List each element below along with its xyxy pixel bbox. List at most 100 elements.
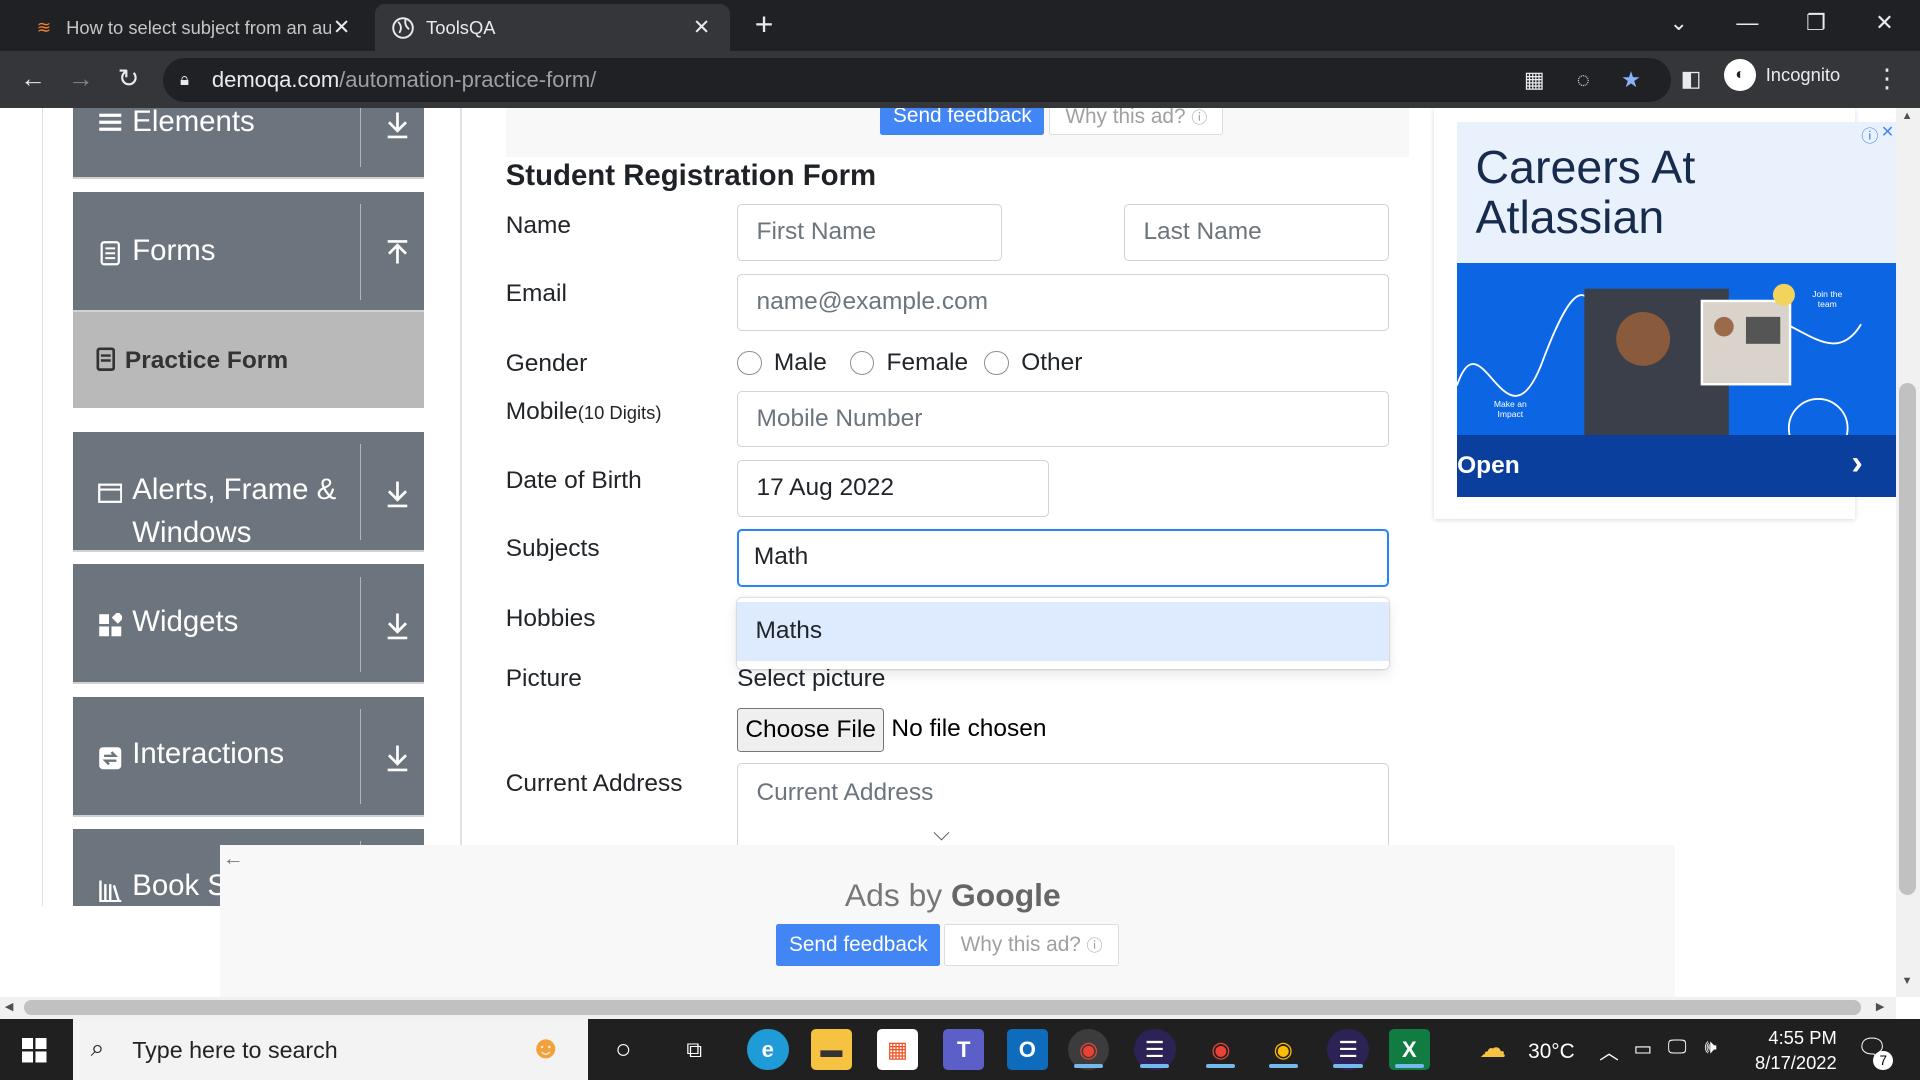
weather-cloud-icon[interactable]: ☁: [1479, 1033, 1506, 1064]
subject-option-maths[interactable]: Maths: [737, 602, 1389, 662]
chrome-icon-2[interactable]: ◉: [1200, 1029, 1242, 1071]
last-name-input[interactable]: Last Name: [1124, 204, 1389, 261]
back-arrow-icon[interactable]: ←: [15, 61, 52, 98]
sidebar-group-widgets[interactable]: Widgets: [73, 564, 424, 685]
radio-circle[interactable]: [737, 350, 762, 376]
upload-arrow-icon[interactable]: [384, 239, 411, 268]
minimize-icon[interactable]: —: [1723, 5, 1772, 42]
taskbar-clock[interactable]: 4:55 PM 8/17/2022: [1739, 1026, 1837, 1075]
tab-search-chevron-icon[interactable]: ⌄: [1654, 5, 1703, 42]
app-indicator: [1268, 1064, 1298, 1068]
vertical-scrollbar[interactable]: ▲ ▼: [1895, 107, 1920, 997]
subjects-input[interactable]: Math: [737, 528, 1389, 587]
microsoft-store-icon[interactable]: ▦: [876, 1028, 919, 1071]
send-feedback-button[interactable]: Send feedback: [880, 107, 1045, 135]
download-arrow-icon[interactable]: [384, 110, 411, 139]
gender-radio-female[interactable]: Female: [849, 349, 968, 377]
search-icon: ⌕: [90, 1034, 105, 1062]
file-explorer-icon[interactable]: ▬: [810, 1028, 853, 1071]
mobile-label: Mobile(10 Digits): [506, 398, 662, 426]
cortana-icon[interactable]: ○: [602, 1029, 644, 1071]
date-of-birth-input[interactable]: 17 Aug 2022: [737, 460, 1050, 517]
sidebar-group-forms[interactable]: Forms: [73, 192, 424, 313]
windows-start-icon[interactable]: [22, 1038, 47, 1063]
scroll-down-icon[interactable]: ▼: [1902, 975, 1913, 987]
chevron-right-icon: ›: [1851, 443, 1863, 482]
restore-icon[interactable]: ❐: [1791, 5, 1840, 42]
download-arrow-icon[interactable]: [384, 611, 411, 640]
incognito-profile-button[interactable]: ◐ Incognito: [1724, 58, 1840, 92]
download-arrow-icon[interactable]: [384, 479, 411, 508]
download-arrow-icon[interactable]: [384, 743, 411, 772]
star-bookmark-icon[interactable]: ★: [1616, 65, 1645, 94]
mobile-input[interactable]: Mobile Number: [737, 390, 1389, 447]
ad-headline-area: Careers At Atlassian: [1457, 122, 1896, 264]
eye-off-icon[interactable]: ◌: [1569, 65, 1598, 94]
why-this-ad-button[interactable]: Why this ad? ⓘ: [1049, 107, 1224, 135]
first-name-input[interactable]: First Name: [737, 204, 1002, 261]
forward-arrow-icon[interactable]: →: [62, 61, 99, 98]
radio-circle[interactable]: [849, 350, 875, 376]
gender-radio-other[interactable]: Other: [984, 349, 1082, 377]
battery-icon[interactable]: ▭: [1633, 1037, 1652, 1061]
side-panel-icon[interactable]: ◧: [1673, 61, 1710, 98]
temperature[interactable]: 30°C: [1528, 1040, 1574, 1064]
scroll-right-icon[interactable]: ▶: [1876, 1000, 1884, 1013]
qr-code-icon[interactable]: ▦: [1520, 65, 1549, 94]
volume-icon[interactable]: 🕪︎: [1705, 1036, 1717, 1059]
eclipse-icon-2[interactable]: ☰: [1327, 1028, 1369, 1071]
sidebar-item-practice-form[interactable]: Practice Form: [73, 312, 424, 408]
ad-open-button[interactable]: Open ›: [1457, 434, 1896, 498]
chrome-icon[interactable]: ◉: [1067, 1028, 1110, 1071]
tab-how-to-select-subject[interactable]: ≋ How to select subject from an au ✕: [20, 4, 370, 52]
picture-label: Picture: [505, 664, 582, 692]
sidebar-group-interactions[interactable]: Interactions: [73, 696, 424, 817]
address-bar[interactable]: 🔒︎ demoqa.com/automation-practice-form/ …: [162, 57, 1672, 102]
reload-icon[interactable]: ↻: [110, 61, 147, 98]
dropdown-chevron-icon: ⌵: [933, 820, 950, 846]
choose-file-button[interactable]: Choose File: [737, 707, 885, 752]
form-title: Student Registration Form: [505, 159, 877, 193]
outlook-icon[interactable]: O: [1006, 1028, 1049, 1071]
chrome-icon-3[interactable]: ◉: [1262, 1029, 1304, 1071]
network-icon[interactable]: 🖵︎: [1668, 1036, 1687, 1059]
close-tab-icon[interactable]: ✕: [691, 15, 713, 40]
email-input[interactable]: name@example.com: [737, 274, 1389, 331]
horizontal-scrollbar[interactable]: ◀ ▶: [0, 996, 1896, 1019]
scroll-up-icon[interactable]: ▲: [1902, 110, 1913, 122]
google-logo-text: Google: [951, 876, 1061, 913]
send-feedback-button[interactable]: Send feedback: [776, 924, 941, 967]
ad-close-icon[interactable]: ✕: [1881, 122, 1894, 142]
task-view-icon[interactable]: ⧉: [673, 1029, 715, 1071]
tray-chevron-up-icon[interactable]: ︿: [1599, 1036, 1619, 1065]
left-divider: [41, 107, 43, 907]
collapse-arrow-icon[interactable]: ←: [223, 847, 244, 871]
document-icon: [100, 241, 120, 266]
tab-toolsqa[interactable]: ToolsQA ✕: [374, 3, 730, 52]
atlassian-ad[interactable]: Careers At Atlassian Join the team Make a…: [1457, 122, 1896, 498]
horizontal-scroll-thumb[interactable]: [24, 1000, 1862, 1016]
vertical-scroll-thumb[interactable]: [1899, 383, 1917, 896]
ad-image-text-impact: Make an Impact: [1493, 399, 1527, 420]
edge-icon[interactable]: e: [746, 1028, 789, 1071]
close-window-icon[interactable]: ✕: [1860, 5, 1909, 42]
close-tab-icon[interactable]: ✕: [331, 15, 353, 40]
new-tab-plus-icon[interactable]: +: [747, 7, 781, 41]
scroll-left-icon[interactable]: ◀: [5, 1000, 13, 1013]
sidebar-group-alerts-frame-windows[interactable]: Alerts, Frame & Windows: [73, 432, 424, 553]
gender-label: Gender: [505, 350, 588, 378]
sidebar-group-elements[interactable]: Elements: [73, 107, 424, 179]
ad-image-text-impact-1: Make an: [1493, 399, 1527, 410]
gender-radio-male[interactable]: Male: [737, 349, 827, 377]
why-this-ad-button[interactable]: Why this ad? ⓘ: [944, 924, 1120, 967]
current-address-label: Current Address: [505, 770, 683, 798]
eclipse-icon[interactable]: ☰: [1133, 1028, 1176, 1071]
taskbar-search-box[interactable]: ⌕ Type here to search ☻: [73, 1018, 588, 1080]
teams-icon[interactable]: T: [942, 1028, 985, 1071]
current-address-placeholder: Current Address: [756, 778, 934, 806]
excel-icon[interactable]: X: [1388, 1028, 1431, 1071]
ad-headline-line-2: Atlassian: [1475, 191, 1665, 244]
radio-circle[interactable]: [984, 350, 1009, 376]
kebab-menu-icon[interactable]: ⋮: [1869, 61, 1906, 98]
adchoices-info-icon[interactable]: ⓘ: [1861, 122, 1878, 147]
